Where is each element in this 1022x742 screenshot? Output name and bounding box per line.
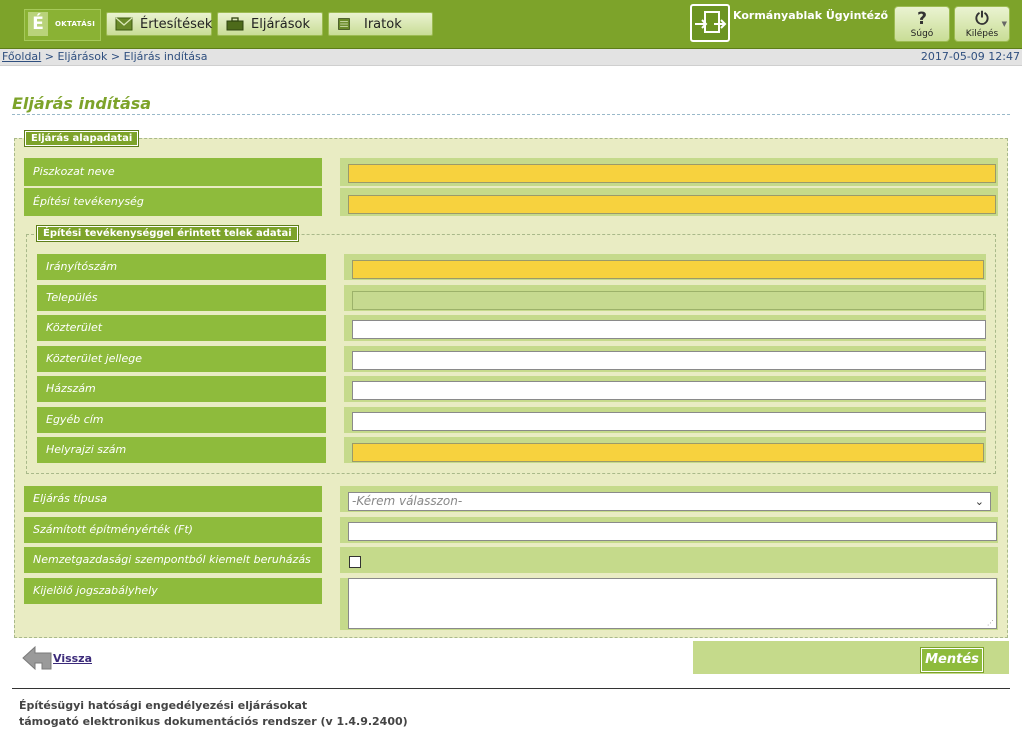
nav-ertesitesek-label: Értesítések (140, 17, 213, 32)
breadcrumb: Főoldal > Eljárások > Eljárás indítása (2, 50, 207, 63)
field-bg (340, 547, 998, 573)
egyeb-cim-input[interactable] (352, 412, 986, 431)
logout-label: Kilépés (965, 29, 999, 39)
footer-text: Építésügyi hatósági engedélyezési eljárá… (19, 698, 408, 730)
help-button[interactable]: ? Súgó (894, 6, 950, 42)
logo-text: OKTATÁSI (55, 20, 96, 28)
piszkozat-neve-input[interactable] (348, 164, 996, 183)
document-exit-icon (695, 11, 727, 33)
breadcrumb-item-eljarasok[interactable]: Eljárások (57, 50, 107, 63)
dropdown-arrow-icon: ▼ (1001, 20, 1007, 28)
subsection-legend: Építési tevékenységgel érintett telek ad… (36, 225, 299, 242)
label-helyrajzi-szam: Helyrajzi szám (37, 437, 326, 463)
label-kozterulet: Közterület (37, 315, 326, 341)
breadcrumb-home-link[interactable]: Főoldal (2, 50, 41, 63)
kijelolo-jogszabalyhely-textarea[interactable]: ⋰ (348, 578, 997, 629)
nemzetgazdasagi-checkbox[interactable] (349, 556, 361, 568)
szamitott-epitmenyertek-input[interactable] (348, 522, 997, 541)
page-title: Eljárás indítása (12, 94, 152, 113)
label-iranyitoszam: Irányítószám (37, 254, 326, 280)
label-kozterulet-jellege: Közterület jellege (37, 346, 326, 372)
back-link[interactable]: Vissza (53, 652, 92, 665)
chevron-down-icon: ⌄ (974, 495, 984, 508)
envelope-icon (115, 17, 133, 31)
label-epitesi-tevekenyseg: Építési tevékenység (24, 188, 322, 216)
epitesi-tevekenyseg-input[interactable] (348, 195, 996, 214)
helyrajzi-szam-input[interactable] (352, 443, 984, 462)
telepules-input (352, 291, 984, 310)
logo-letter: É (28, 12, 48, 36)
breadcrumb-bar: Főoldal > Eljárások > Eljárás indítása 2… (0, 49, 1022, 66)
breadcrumb-item-current: Eljárás indítása (123, 50, 208, 63)
label-eljaras-tipusa: Eljárás típusa (24, 486, 322, 512)
app-logo[interactable]: É OKTATÁSI (24, 9, 101, 41)
label-telepules: Település (37, 285, 326, 311)
nav-iratok-button[interactable]: Iratok (328, 12, 433, 36)
title-divider (12, 114, 1010, 115)
label-piszkozat-neve: Piszkozat neve (24, 158, 322, 186)
section-legend: Eljárás alapadatai (23, 130, 140, 147)
breadcrumb-separator: > (41, 50, 58, 63)
label-egyeb-cim: Egyéb cím (37, 407, 326, 433)
hazszam-input[interactable] (352, 381, 986, 400)
label-szamitott-epitmenyertek: Számított építményérték (Ft) (24, 517, 322, 543)
kormanyablak-label: Kormányablak Ügyintéző (733, 9, 889, 22)
top-bar: É OKTATÁSI Értesítések Eljárások Iratok … (0, 0, 1022, 49)
save-button[interactable]: Mentés (920, 647, 984, 673)
footer-line-2: támogató elektronikus dokumentációs rend… (19, 715, 408, 728)
logout-button[interactable]: ⏻ Kilépés ▼ (954, 6, 1010, 42)
label-kijelolo-jogszabalyhely: Kijelölő jogszabályhely (24, 578, 322, 604)
briefcase-icon (226, 17, 244, 31)
help-icon: ? (917, 9, 927, 29)
resize-grip-icon[interactable]: ⋰ (987, 619, 994, 627)
kozterulet-jellege-input[interactable] (352, 351, 986, 370)
kormanyablak-button[interactable] (690, 4, 730, 42)
footer-divider (12, 688, 1010, 689)
help-label: Súgó (910, 29, 934, 39)
label-nemzetgazdasagi: Nemzetgazdasági szempontból kiemelt beru… (24, 547, 322, 573)
document-icon (338, 18, 350, 30)
nav-iratok-label: Iratok (364, 17, 402, 32)
eljaras-tipusa-selected: -Kérem válasszon- (352, 494, 463, 508)
eljaras-tipusa-select[interactable]: -Kérem válasszon- ⌄ (348, 492, 991, 511)
iranyitoszam-input[interactable] (352, 260, 984, 279)
timestamp: 2017-05-09 12:47 (920, 50, 1020, 63)
kozterulet-input[interactable] (352, 320, 986, 339)
nav-eljarasok-button[interactable]: Eljárások (217, 12, 323, 36)
nav-eljarasok-label: Eljárások (251, 17, 310, 32)
label-hazszam: Házszám (37, 376, 326, 402)
nav-ertesitesek-button[interactable]: Értesítések (106, 12, 212, 36)
back-arrow-icon[interactable] (22, 645, 52, 671)
breadcrumb-separator: > (107, 50, 124, 63)
footer-line-1: Építésügyi hatósági engedélyezési eljárá… (19, 699, 308, 712)
